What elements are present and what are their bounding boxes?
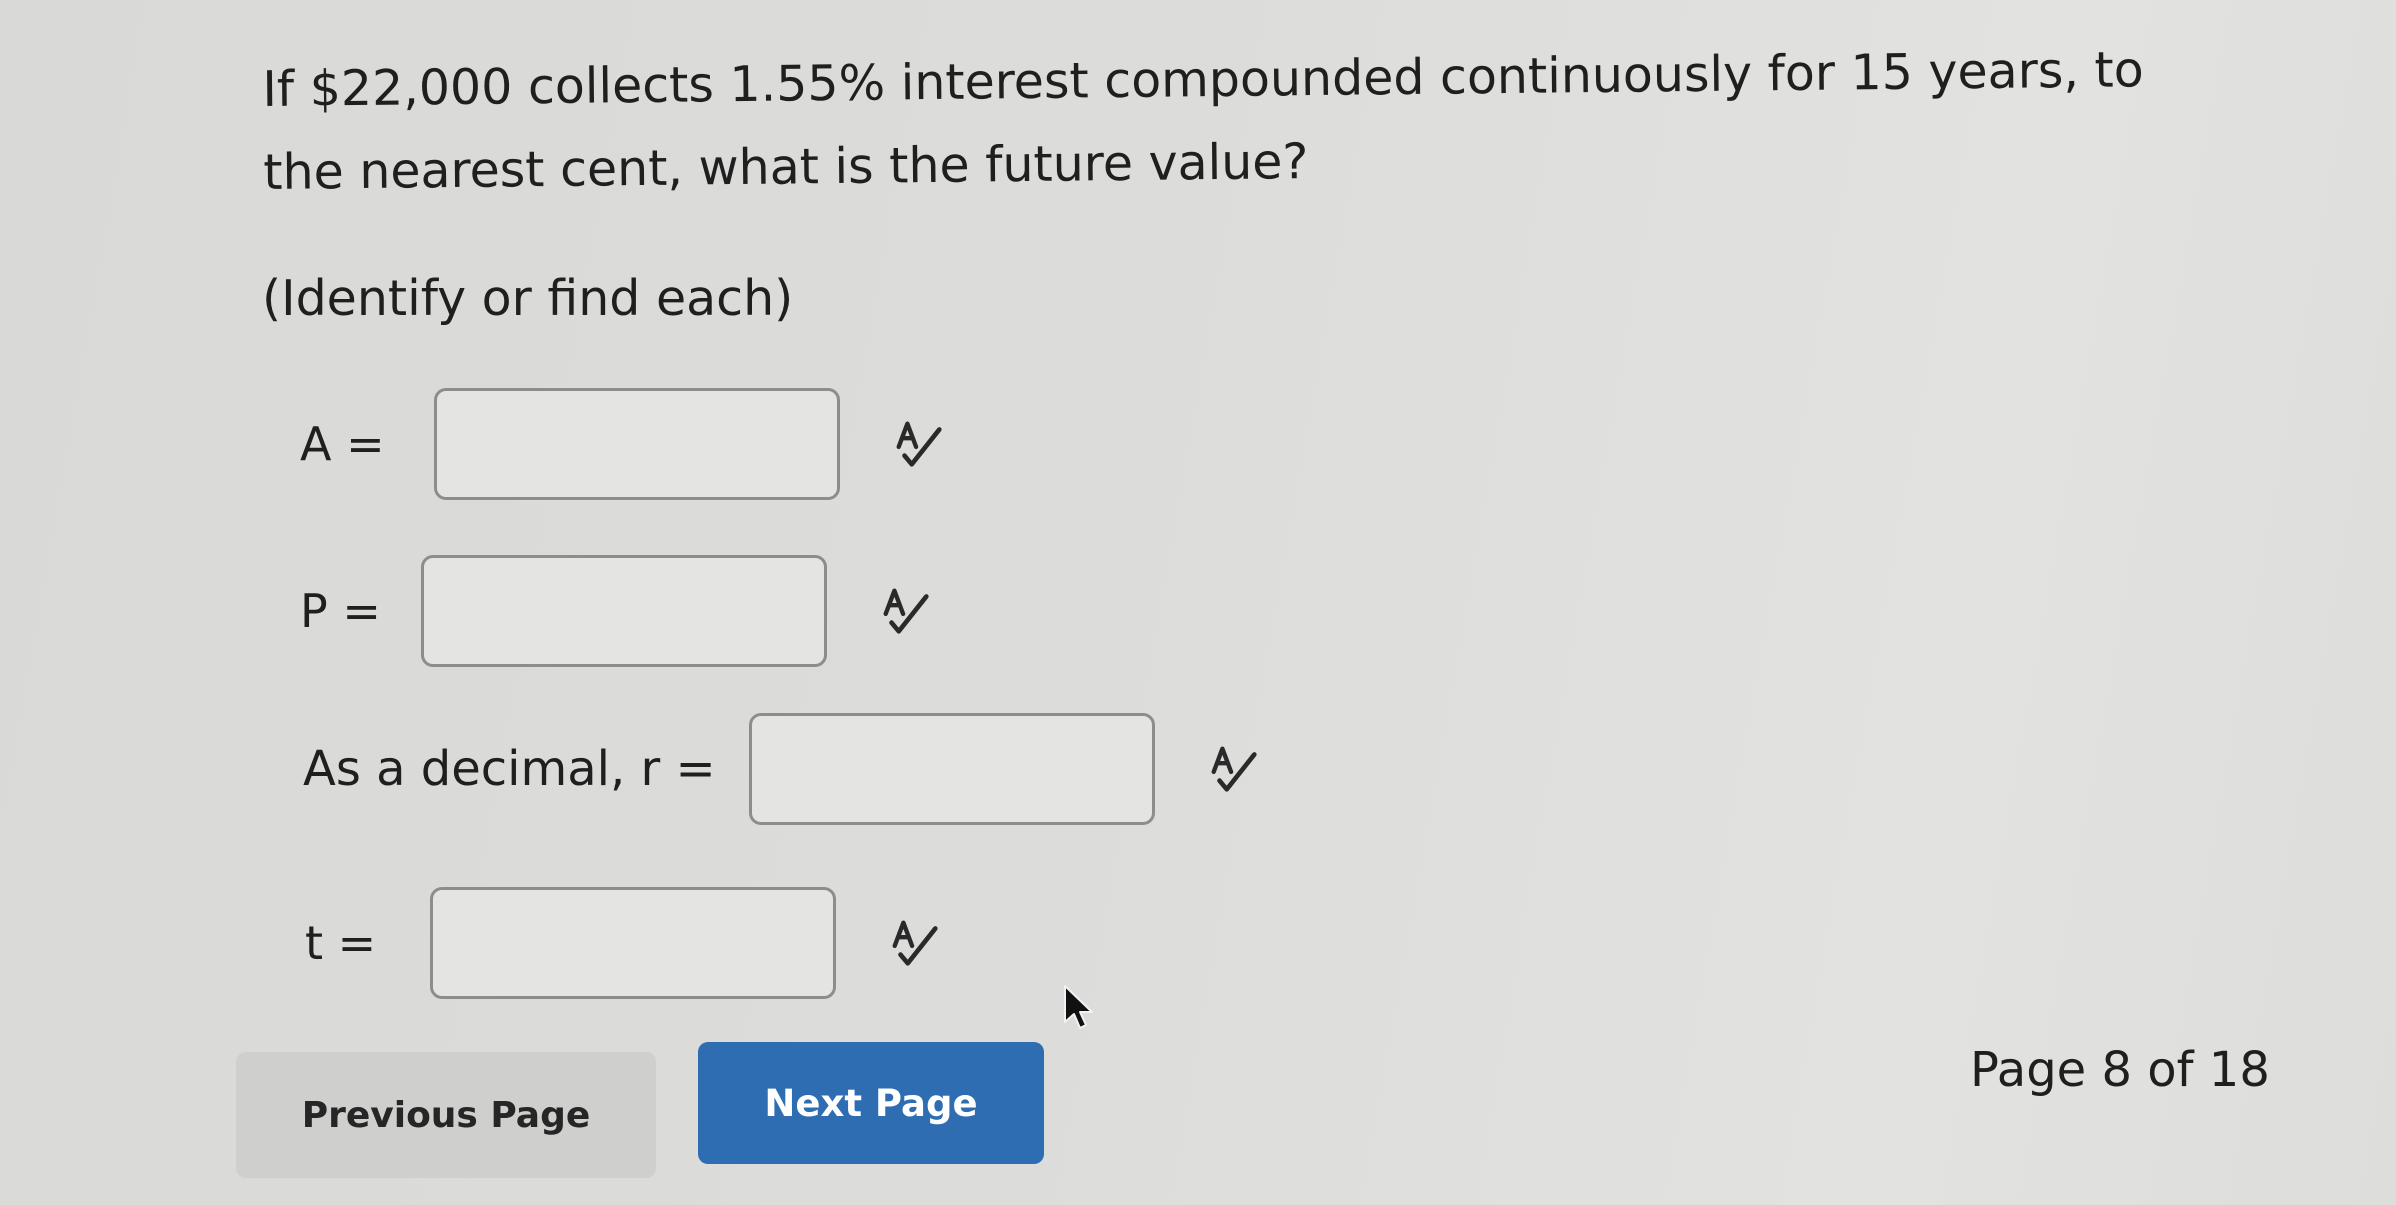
answer-input-p[interactable] (421, 555, 827, 667)
previous-page-button[interactable]: Previous Page (236, 1052, 656, 1178)
field-label-t: t = (305, 916, 377, 970)
answer-input-t[interactable] (430, 887, 836, 999)
instruction-text: (Identify or find each) (262, 270, 794, 327)
page-indicator: Page 8 of 18 (1970, 1042, 2270, 1098)
answer-input-a[interactable] (434, 388, 840, 500)
field-label-p: P = (300, 584, 381, 638)
field-label-a: A = (300, 417, 385, 471)
question-text: If $22,000 collects 1.55% interest compo… (262, 41, 2144, 201)
field-row-r: As a decimal, r = (303, 713, 1263, 825)
spellcheck-icon[interactable] (890, 415, 948, 473)
mouse-pointer-icon (1064, 985, 1093, 1029)
field-label-r: As a decimal, r = (303, 741, 716, 797)
answer-input-r[interactable] (749, 713, 1155, 825)
spellcheck-icon[interactable] (1205, 740, 1263, 798)
field-row-t: t = (305, 887, 944, 999)
field-row-a: A = (300, 388, 948, 500)
spellcheck-icon[interactable] (886, 914, 944, 972)
field-row-p: P = (300, 555, 935, 667)
next-page-button[interactable]: Next Page (698, 1042, 1044, 1164)
spellcheck-icon[interactable] (877, 582, 935, 640)
